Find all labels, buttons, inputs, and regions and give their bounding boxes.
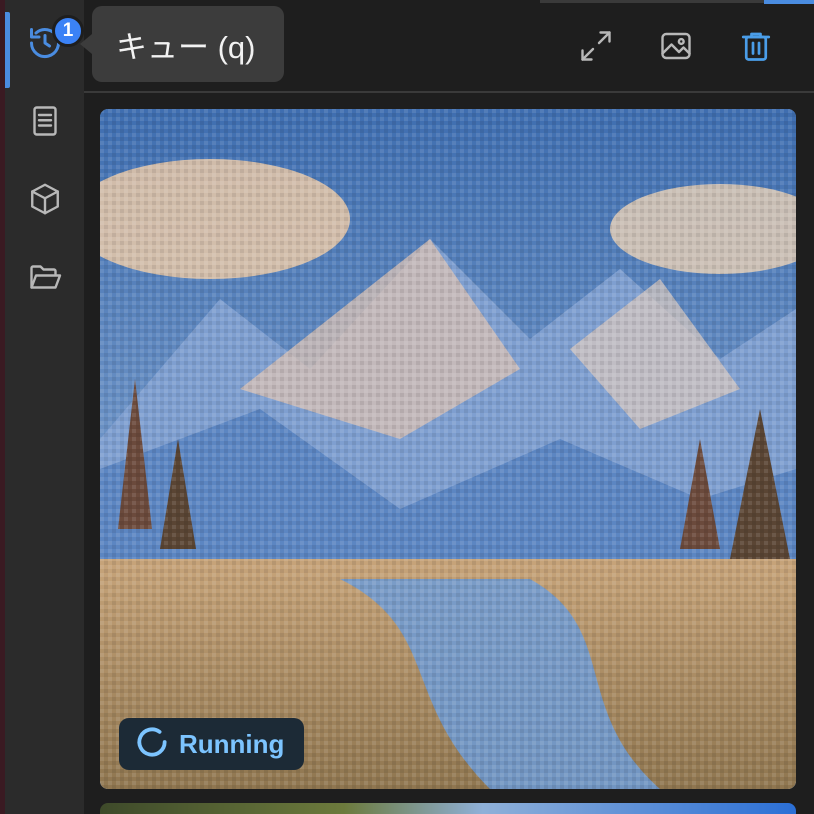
expand-button[interactable] [574,26,618,70]
sidebar-item-library[interactable] [5,84,84,162]
sidebar-item-models[interactable] [5,162,84,240]
expand-icon [578,28,614,69]
gallery-button[interactable] [654,26,698,70]
sidebar-item-queue[interactable]: 1 [5,6,84,88]
trash-icon [738,28,774,69]
queue-item-card-next[interactable] [100,803,796,814]
sidebar-item-files[interactable] [5,240,84,318]
image-icon [658,28,694,69]
delete-button[interactable] [734,26,778,70]
queue-item-card[interactable]: Running [100,109,796,789]
folder-open-icon [27,259,63,300]
book-icon [27,103,63,144]
spinner-icon [133,723,171,766]
result-image [100,109,796,789]
sidebar: 1 [5,0,84,814]
app-window: 1 キュー (q) Running [0,0,814,814]
status-label: Running [179,728,285,759]
queue-tooltip: キュー (q) [80,6,284,82]
cube-icon [27,181,63,222]
status-badge: Running [119,718,304,770]
